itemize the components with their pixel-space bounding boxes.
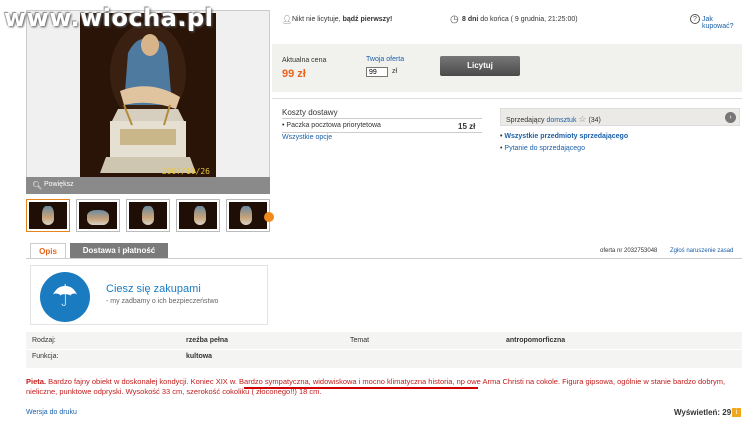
your-offer-label[interactable]: Twoja oferta (366, 56, 404, 63)
bid-button[interactable]: Licytuj (440, 56, 520, 76)
all-shipping-options-link[interactable]: Wszystkie opcje (282, 134, 332, 141)
info-icon: i (732, 408, 741, 417)
shipping-price: 15 zł (458, 122, 476, 131)
star-icon: ☆ (578, 114, 587, 124)
seller-ask[interactable]: • Pytanie do sprzedającego (500, 145, 585, 152)
thumbnail-4[interactable] (176, 199, 220, 232)
end-time: 8 dni do końca ( 9 grudnia, 21:25:00) (462, 16, 578, 23)
print-version-link[interactable]: Wersja do druku (26, 409, 77, 416)
photo-date-stamp: 2007/10/26 (161, 167, 210, 176)
ask-seller-link[interactable]: Pytanie do sprzedającego (504, 145, 585, 152)
divider (26, 349, 742, 350)
attributes-table (26, 332, 742, 368)
bid-status-bold: bądź pierwszy! (342, 16, 393, 23)
divider (282, 132, 482, 133)
divider (26, 258, 742, 259)
seller-prefix: Sprzedający (506, 117, 545, 124)
current-price: 99 zł (282, 68, 306, 80)
seller-box: Sprzedający domsztuk ☆ (34) › (500, 108, 740, 126)
end-date: do końca ( 9 grudnia, 21:25:00) (480, 16, 578, 23)
divider (272, 98, 742, 99)
attr-function-value: kultowa (186, 353, 213, 360)
shipping-title: Koszty dostawy (282, 108, 338, 117)
views-count: Wyświetleń: 29 (674, 408, 732, 417)
red-underline-annotation (244, 387, 478, 389)
seller-rating: (34) (588, 117, 601, 124)
end-days: 8 dni (462, 16, 479, 23)
thumbnail-3[interactable] (126, 199, 170, 232)
pieta-figure-image (80, 13, 216, 192)
current-price-label: Aktualna cena (282, 57, 327, 64)
seller-all-items[interactable]: • Wszystkie przedmioty sprzedającego (500, 133, 628, 140)
attr-theme-label: Temat (350, 337, 370, 344)
bid-status-text: Nikt nie licytuje, (292, 16, 341, 23)
site-watermark: www.wiocha.pl (4, 4, 214, 32)
tab-description[interactable]: Opis (30, 243, 66, 259)
tab-shipping-payment[interactable]: Dostawa i płatność (70, 243, 168, 258)
offer-currency: zł (392, 68, 398, 75)
description-text-1: Bardzo fajny obiekt w doskonałej kondycj… (46, 377, 240, 386)
how-to-buy-link[interactable]: Jak kupować? (702, 16, 742, 30)
attr-type-label: Rodzaj: (32, 337, 56, 344)
seller-all-items-link[interactable]: Wszystkie przedmioty sprzedającego (504, 133, 628, 140)
divider (282, 118, 482, 119)
attr-function-label: Funkcja: (32, 353, 59, 360)
bid-status: Nikt nie licytuje, bądź pierwszy! (292, 16, 392, 23)
description-title: Pieta. (26, 377, 47, 386)
main-photo[interactable]: 2007/10/26 (80, 13, 216, 192)
banner-title: Ciesz się zakupami (106, 283, 201, 295)
help-icon[interactable]: ? (690, 14, 700, 24)
report-violation-link[interactable]: Zgłoś naruszenie zasad (670, 248, 733, 254)
person-icon: 👤︎ (282, 15, 293, 24)
seller-expand-icon[interactable]: › (725, 112, 736, 123)
offer-input[interactable] (366, 67, 388, 77)
offer-number: oferta nr 2032753048 (600, 248, 658, 254)
umbrella-icon: ☂ (40, 272, 90, 322)
description-highlight: Bardzo sympatyczna, widowiskowa i mocno … (239, 377, 453, 386)
clock-icon: ◷ (450, 14, 459, 25)
banner-subtitle: - my zadbamy o ich bezpieczeństwo (106, 298, 219, 305)
thumbnail-2[interactable] (76, 199, 120, 232)
magnifier-icon: 🔍︎ (32, 181, 43, 190)
auction-info-row: 👤︎ Nikt nie licytuje, bądź pierwszy! ◷ 8… (282, 12, 742, 30)
thumbnail-1[interactable] (26, 199, 70, 232)
shipping-option-label: Paczka pocztowa priorytetowa (286, 122, 381, 129)
attr-theme-value: antropomorficzna (506, 337, 566, 344)
zoom-label: Powiększ (44, 181, 74, 188)
zoom-bar[interactable]: 🔍︎ Powiększ (26, 177, 270, 194)
seller-name[interactable]: domsztuk (546, 117, 576, 124)
attr-type-value: rzeźba pełna (186, 337, 229, 344)
shipping-option: • Paczka pocztowa priorytetowa (282, 122, 381, 129)
next-thumbnails-icon[interactable] (264, 212, 274, 222)
banner-subtitle-text: my zadbamy o ich bezpieczeństwo (110, 298, 219, 305)
